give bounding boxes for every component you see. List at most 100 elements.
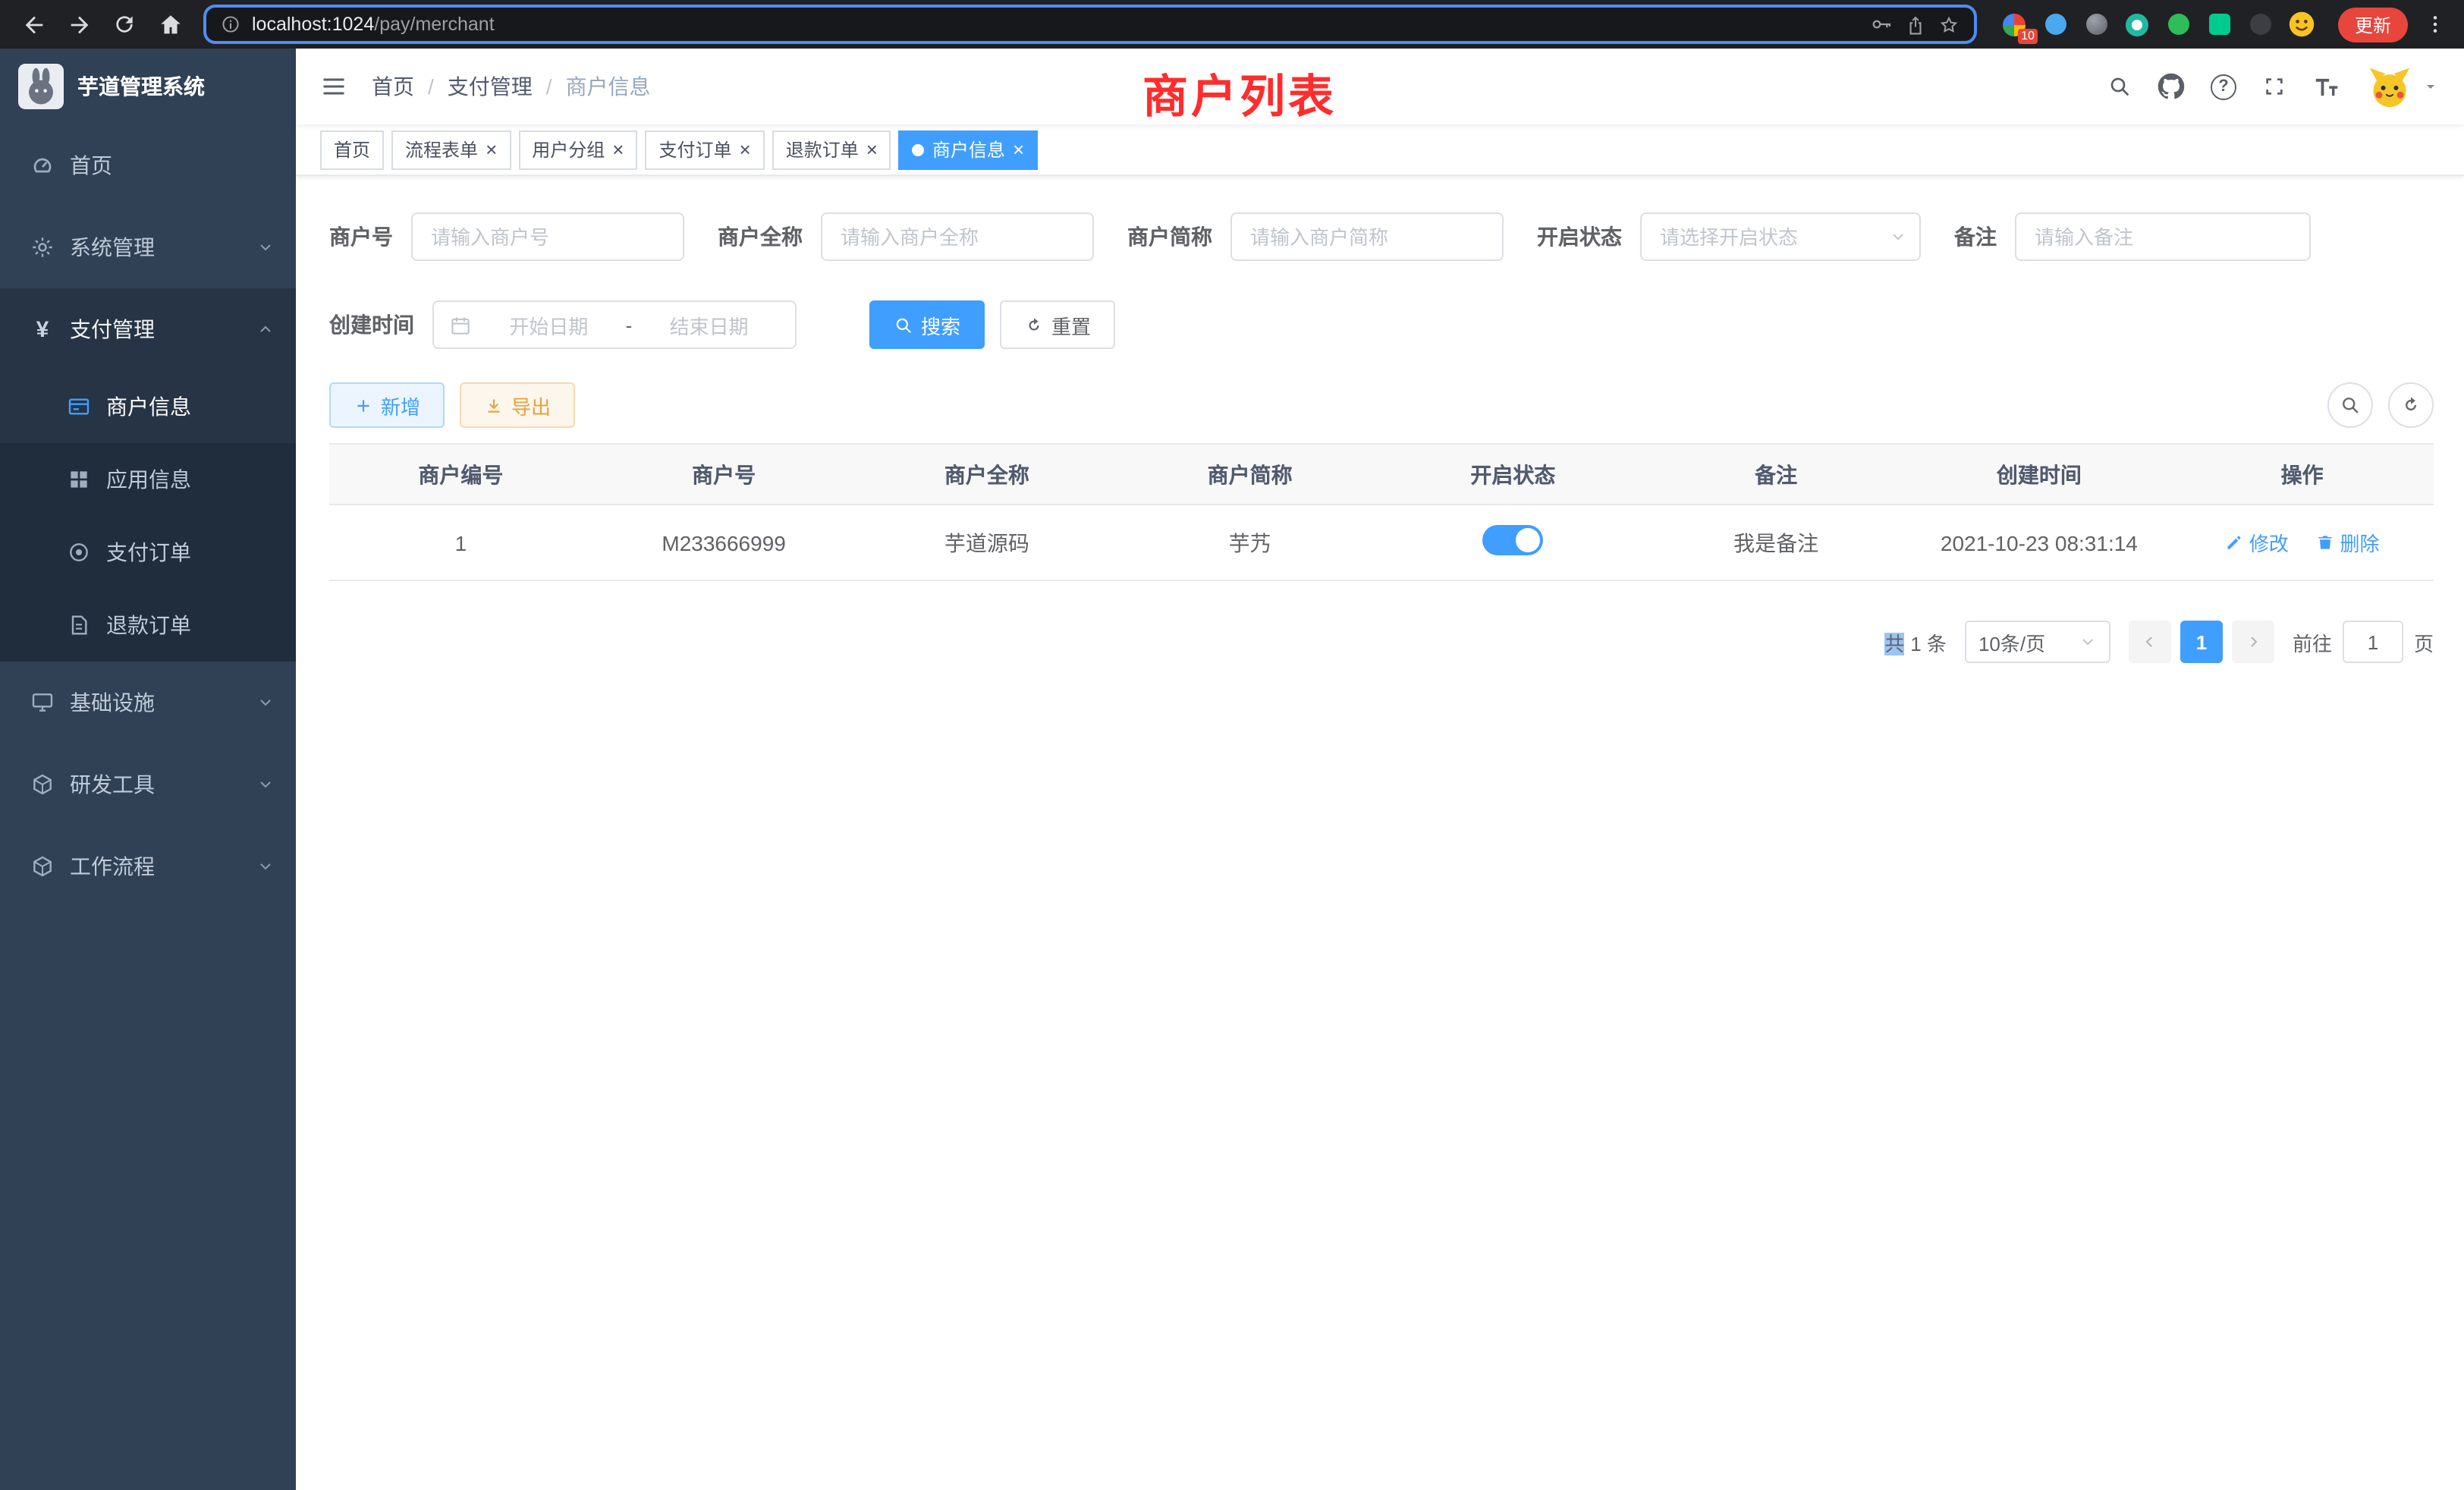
plus-icon bbox=[354, 395, 373, 415]
chevron-down-icon bbox=[256, 775, 275, 794]
dashboard-icon bbox=[30, 153, 55, 178]
next-page-button[interactable] bbox=[2232, 621, 2274, 663]
date-range-picker[interactable]: 开始日期 - 结束日期 bbox=[432, 300, 797, 349]
sidebar-item-infrastructure[interactable]: 基础设施 bbox=[0, 662, 296, 743]
sidebar-item-dev-tools[interactable]: 研发工具 bbox=[0, 743, 296, 825]
sidebar-item-merchant-info[interactable]: 商户信息 bbox=[0, 370, 296, 443]
app-logo-row[interactable]: 芋道管理系统 bbox=[0, 49, 296, 124]
sidebar-item-pay-orders[interactable]: 支付订单 bbox=[0, 516, 296, 589]
tab-home[interactable]: 首页 bbox=[320, 130, 384, 169]
calendar-icon bbox=[449, 313, 472, 336]
close-icon[interactable]: × bbox=[740, 140, 751, 159]
tab-refund-orders[interactable]: 退款订单 × bbox=[772, 130, 891, 169]
site-info-icon[interactable] bbox=[220, 14, 241, 35]
github-icon[interactable] bbox=[2158, 73, 2185, 100]
url-text: localhost:1024/pay/merchant bbox=[252, 14, 1859, 35]
tab-pay-orders[interactable]: 支付订单 × bbox=[645, 130, 764, 169]
reset-button[interactable]: 重置 bbox=[1000, 300, 1115, 349]
rabbit-logo-icon bbox=[18, 64, 64, 109]
search-icon[interactable] bbox=[2107, 74, 2132, 99]
address-bar[interactable]: localhost:1024/pay/merchant bbox=[203, 5, 1977, 44]
status-select[interactable] bbox=[1640, 212, 1921, 261]
box-icon bbox=[30, 854, 55, 879]
prev-page-button[interactable] bbox=[2129, 621, 2171, 663]
browser-chrome-bar: localhost:1024/pay/merchant 10 更新 bbox=[0, 0, 2464, 49]
sidebar-item-system[interactable]: 系统管理 bbox=[0, 206, 296, 288]
goto-page-input[interactable] bbox=[2343, 621, 2403, 663]
chrome-update-button[interactable]: 更新 bbox=[2338, 7, 2408, 42]
search-icon bbox=[2340, 395, 2361, 416]
short-name-input[interactable] bbox=[1230, 212, 1504, 261]
filter-row-1: 商户号 商户全称 商户简称 开启状态 bbox=[329, 212, 2434, 261]
remark-input[interactable] bbox=[2015, 212, 2311, 261]
status-toggle[interactable] bbox=[1482, 525, 1543, 555]
filter-merchant-no: 商户号 bbox=[329, 212, 684, 261]
delete-label: 删除 bbox=[2340, 528, 2380, 557]
user-menu[interactable] bbox=[2367, 64, 2440, 109]
add-button-label: 新增 bbox=[381, 391, 420, 420]
reset-button-label: 重置 bbox=[1051, 310, 1091, 339]
tab-user-group[interactable]: 用户分组 × bbox=[518, 130, 637, 169]
help-icon[interactable]: ? bbox=[2211, 74, 2236, 99]
yen-icon: ¥ bbox=[30, 316, 55, 342]
tab-merchant-info[interactable]: 商户信息 × bbox=[899, 130, 1038, 169]
sidebar-item-home[interactable]: 首页 bbox=[0, 124, 296, 206]
password-key-icon[interactable] bbox=[1869, 12, 1894, 36]
tab-label: 退款订单 bbox=[786, 137, 859, 162]
page-size-select[interactable]: 10条/页 bbox=[1965, 621, 2110, 663]
date-start-placeholder[interactable]: 开始日期 bbox=[478, 310, 620, 339]
cell-merchant-no: M233666999 bbox=[592, 505, 856, 580]
box-icon bbox=[30, 772, 55, 797]
tab-process-form[interactable]: 流程表单 × bbox=[391, 130, 511, 169]
pinwheel-extension-icon[interactable]: 10 bbox=[2001, 11, 2029, 38]
sidebar-item-app-info[interactable]: 应用信息 bbox=[0, 443, 296, 516]
chevron-down-icon bbox=[256, 857, 275, 875]
bookmark-star-icon[interactable] bbox=[1938, 13, 1960, 36]
forward-button[interactable] bbox=[58, 3, 100, 46]
total-count: 共1 条 bbox=[1884, 627, 1947, 656]
page-number-button[interactable]: 1 bbox=[2180, 621, 2223, 663]
payment-submenu: 商户信息 应用信息 支付订单 退款订单 bbox=[0, 370, 296, 662]
sphere-extension-icon[interactable] bbox=[2083, 11, 2110, 38]
green-circle-extension-icon[interactable] bbox=[2165, 11, 2192, 38]
full-name-input[interactable] bbox=[821, 212, 1094, 261]
close-icon[interactable]: × bbox=[612, 140, 624, 159]
close-icon[interactable]: × bbox=[1013, 140, 1024, 159]
knot-extension-icon[interactable] bbox=[2247, 11, 2274, 38]
share-icon[interactable] bbox=[1904, 13, 1927, 36]
close-icon[interactable]: × bbox=[866, 140, 878, 159]
profile-avatar[interactable] bbox=[2288, 11, 2315, 38]
sidebar-item-payment[interactable]: ¥ 支付管理 bbox=[0, 288, 296, 370]
merchant-no-input[interactable] bbox=[411, 212, 684, 261]
edit-link[interactable]: 修改 bbox=[2225, 528, 2289, 557]
water-drop-extension-icon[interactable] bbox=[2042, 11, 2070, 38]
chevron-down-icon bbox=[2079, 633, 2097, 651]
grid-icon bbox=[67, 467, 91, 492]
document-icon bbox=[67, 613, 91, 637]
reload-button[interactable] bbox=[103, 3, 146, 46]
export-button[interactable]: 导出 bbox=[460, 382, 575, 428]
browser-menu-icon[interactable] bbox=[2418, 11, 2452, 38]
sidebar-item-workflow[interactable]: 工作流程 bbox=[0, 825, 296, 907]
refresh-table-button[interactable] bbox=[2388, 382, 2434, 428]
main-area: 首页 / 支付管理 / 商户信息 商户列表 ? bbox=[296, 49, 2464, 1490]
add-button[interactable]: 新增 bbox=[329, 382, 445, 428]
delete-link[interactable]: 删除 bbox=[2316, 528, 2380, 557]
home-button[interactable] bbox=[149, 3, 191, 46]
toggle-search-button[interactable] bbox=[2327, 382, 2373, 428]
font-size-icon[interactable] bbox=[2312, 72, 2341, 101]
fullscreen-icon[interactable] bbox=[2262, 74, 2286, 99]
breadcrumb-payment[interactable]: 支付管理 bbox=[448, 71, 533, 102]
date-end-placeholder[interactable]: 结束日期 bbox=[638, 310, 780, 339]
breadcrumb-home[interactable]: 首页 bbox=[372, 71, 414, 102]
edit-pencil-icon bbox=[2225, 533, 2245, 552]
sidebar-item-label: 基础设施 bbox=[70, 687, 241, 718]
sidebar-item-refund-orders[interactable]: 退款订单 bbox=[0, 589, 296, 662]
ring-extension-icon[interactable] bbox=[2124, 11, 2151, 38]
search-button[interactable]: 搜索 bbox=[869, 300, 985, 349]
sidebar-toggle-icon[interactable] bbox=[320, 73, 347, 100]
pagination: 共1 条 10条/页 1 前往 页 bbox=[329, 621, 2434, 663]
green-square-extension-icon[interactable] bbox=[2206, 11, 2233, 38]
close-icon[interactable]: × bbox=[486, 140, 497, 159]
back-button[interactable] bbox=[12, 3, 55, 46]
